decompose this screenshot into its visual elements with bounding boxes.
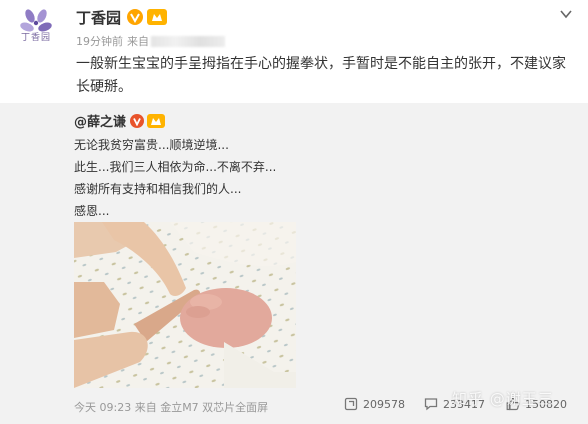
repost-line: 无论我贫穷富贵...顺境逆境... bbox=[74, 138, 229, 152]
repost-level-icon bbox=[147, 113, 166, 128]
comment-icon bbox=[424, 398, 438, 411]
repost-author-row: @薛之谦 bbox=[74, 111, 166, 130]
zhihu-watermark: 知乎 @谢玉三 bbox=[452, 390, 554, 408]
post-text: 一般新生宝宝的手呈拇指在手心的握拳状，手暂时是不能自主的张开，不建议家长硬掰。 bbox=[76, 56, 566, 95]
baby-hand-photo bbox=[74, 222, 296, 388]
logo-text: 丁香园 bbox=[20, 33, 51, 43]
repost-line: 此生...我们三人相依为命...不离不弃... bbox=[74, 160, 277, 174]
repost-count: 209578 bbox=[363, 397, 405, 411]
blurred-device-name bbox=[151, 35, 225, 47]
author-row: 丁香园 bbox=[76, 7, 168, 28]
reposted-content: @薛之谦 无论我贫穷富贵...顺境逆境... 此生...我们三人相依为命...不… bbox=[0, 103, 588, 424]
repost-icon bbox=[344, 397, 358, 411]
repost-photo[interactable] bbox=[74, 222, 296, 388]
repost-footer-meta: 今天 09:23 来自 金立M7 双芯片全面屏 bbox=[74, 401, 269, 414]
repost-button[interactable]: 209578 bbox=[344, 397, 405, 411]
post-time[interactable]: 19分钟前 bbox=[76, 33, 123, 49]
level-icon bbox=[147, 9, 168, 25]
repost-author-name[interactable]: @薛之谦 bbox=[74, 111, 126, 130]
repost-verified-icon bbox=[130, 113, 145, 128]
repost-text: 无论我贫穷富贵...顺境逆境... 此生...我们三人相依为命...不离不弃..… bbox=[74, 134, 276, 222]
post-meta: 19分钟前 来自 bbox=[76, 33, 225, 49]
repost-line: 感谢所有支持和相信我们的人... bbox=[74, 182, 242, 196]
author-name[interactable]: 丁香园 bbox=[76, 7, 121, 28]
repost-line: 感恩... bbox=[74, 204, 110, 218]
verified-icon bbox=[127, 9, 144, 25]
weibo-post-card: 丁香园 丁香园 19分钟前 来自 一般新生宝宝的手呈拇指在手心的握拳状，手暂时是… bbox=[0, 0, 588, 424]
post-source-prefix: 来自 bbox=[127, 35, 149, 48]
dropdown-caret-icon[interactable] bbox=[558, 6, 574, 22]
